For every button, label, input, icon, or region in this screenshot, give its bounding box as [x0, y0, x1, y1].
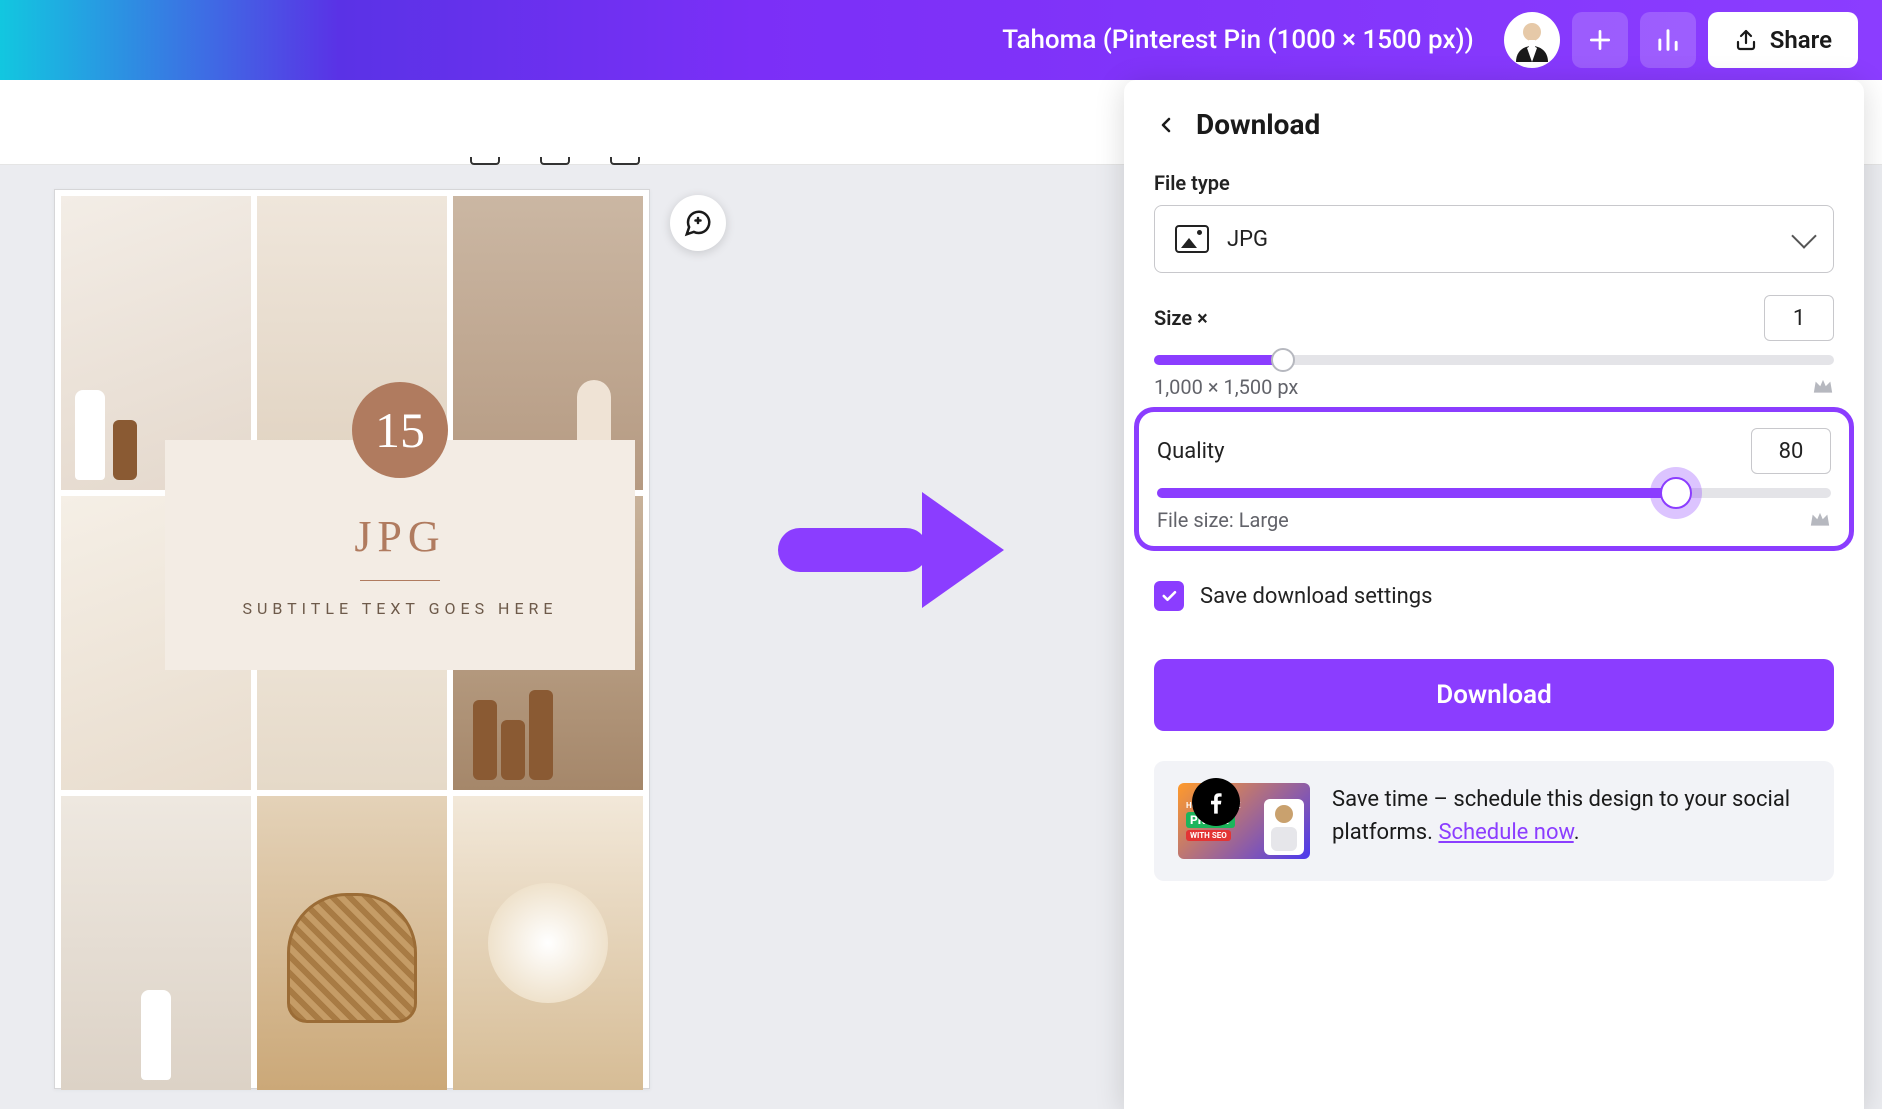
add-button[interactable]: [1572, 12, 1628, 68]
image-cell: [61, 796, 251, 1090]
schedule-now-link[interactable]: Schedule now: [1438, 820, 1573, 845]
download-panel: Download File type JPG Size × 1,000 × 1,…: [1124, 80, 1864, 1109]
download-button[interactable]: Download: [1154, 659, 1834, 731]
quality-slider[interactable]: [1157, 488, 1831, 498]
share-icon: [1734, 28, 1758, 52]
promo-text: Save time – schedule this design to your…: [1332, 783, 1810, 849]
size-slider[interactable]: [1154, 355, 1834, 365]
file-size-text: File size: Large: [1157, 508, 1289, 532]
file-type-value: JPG: [1227, 227, 1268, 252]
app-header: Tahoma (Pinterest Pin (1000 × 1500 px)) …: [0, 0, 1882, 80]
user-avatar[interactable]: [1504, 12, 1560, 68]
comment-button[interactable]: [670, 195, 726, 251]
divider: [360, 580, 440, 581]
schedule-promo: HOW TO MAKE PROFIT WITH SEO Save time – …: [1154, 761, 1834, 881]
share-button[interactable]: Share: [1708, 12, 1858, 68]
chevron-down-icon: [1791, 223, 1816, 248]
comment-icon: [683, 208, 713, 238]
overlay-card: 15 JPG SUBTITLE TEXT GOES HERE: [165, 440, 635, 670]
crown-icon: [1809, 508, 1831, 526]
facebook-icon: [1192, 778, 1240, 826]
number-badge: 15: [352, 382, 448, 478]
back-button[interactable]: [1154, 113, 1178, 137]
share-label: Share: [1770, 26, 1832, 54]
save-settings-label: Save download settings: [1200, 584, 1433, 609]
image-cell: [453, 796, 643, 1090]
quality-input[interactable]: [1751, 428, 1831, 474]
file-type-label: File type: [1154, 171, 1834, 195]
size-input[interactable]: [1764, 295, 1834, 341]
image-icon: [1175, 225, 1209, 253]
overlay-subtitle: SUBTITLE TEXT GOES HERE: [242, 599, 557, 618]
size-label: Size ×: [1154, 306, 1208, 330]
design-page[interactable]: 15 JPG SUBTITLE TEXT GOES HERE: [54, 189, 650, 1089]
save-settings-checkbox[interactable]: [1154, 581, 1184, 611]
document-title[interactable]: Tahoma (Pinterest Pin (1000 × 1500 px)): [1002, 25, 1473, 55]
analytics-button[interactable]: [1640, 12, 1696, 68]
quality-highlight: Quality File size: Large: [1134, 407, 1854, 551]
dimensions-text: 1,000 × 1,500 px: [1154, 375, 1298, 399]
quality-label: Quality: [1157, 439, 1225, 464]
annotation-arrow: [778, 505, 1018, 595]
overlay-title: JPG: [354, 511, 445, 562]
crown-icon: [1812, 375, 1834, 393]
panel-title: Download: [1196, 108, 1320, 141]
page-actions-cutoff: [470, 157, 640, 165]
checkmark-icon: [1160, 587, 1178, 605]
image-cell: [257, 796, 447, 1090]
file-type-select[interactable]: JPG: [1154, 205, 1834, 273]
